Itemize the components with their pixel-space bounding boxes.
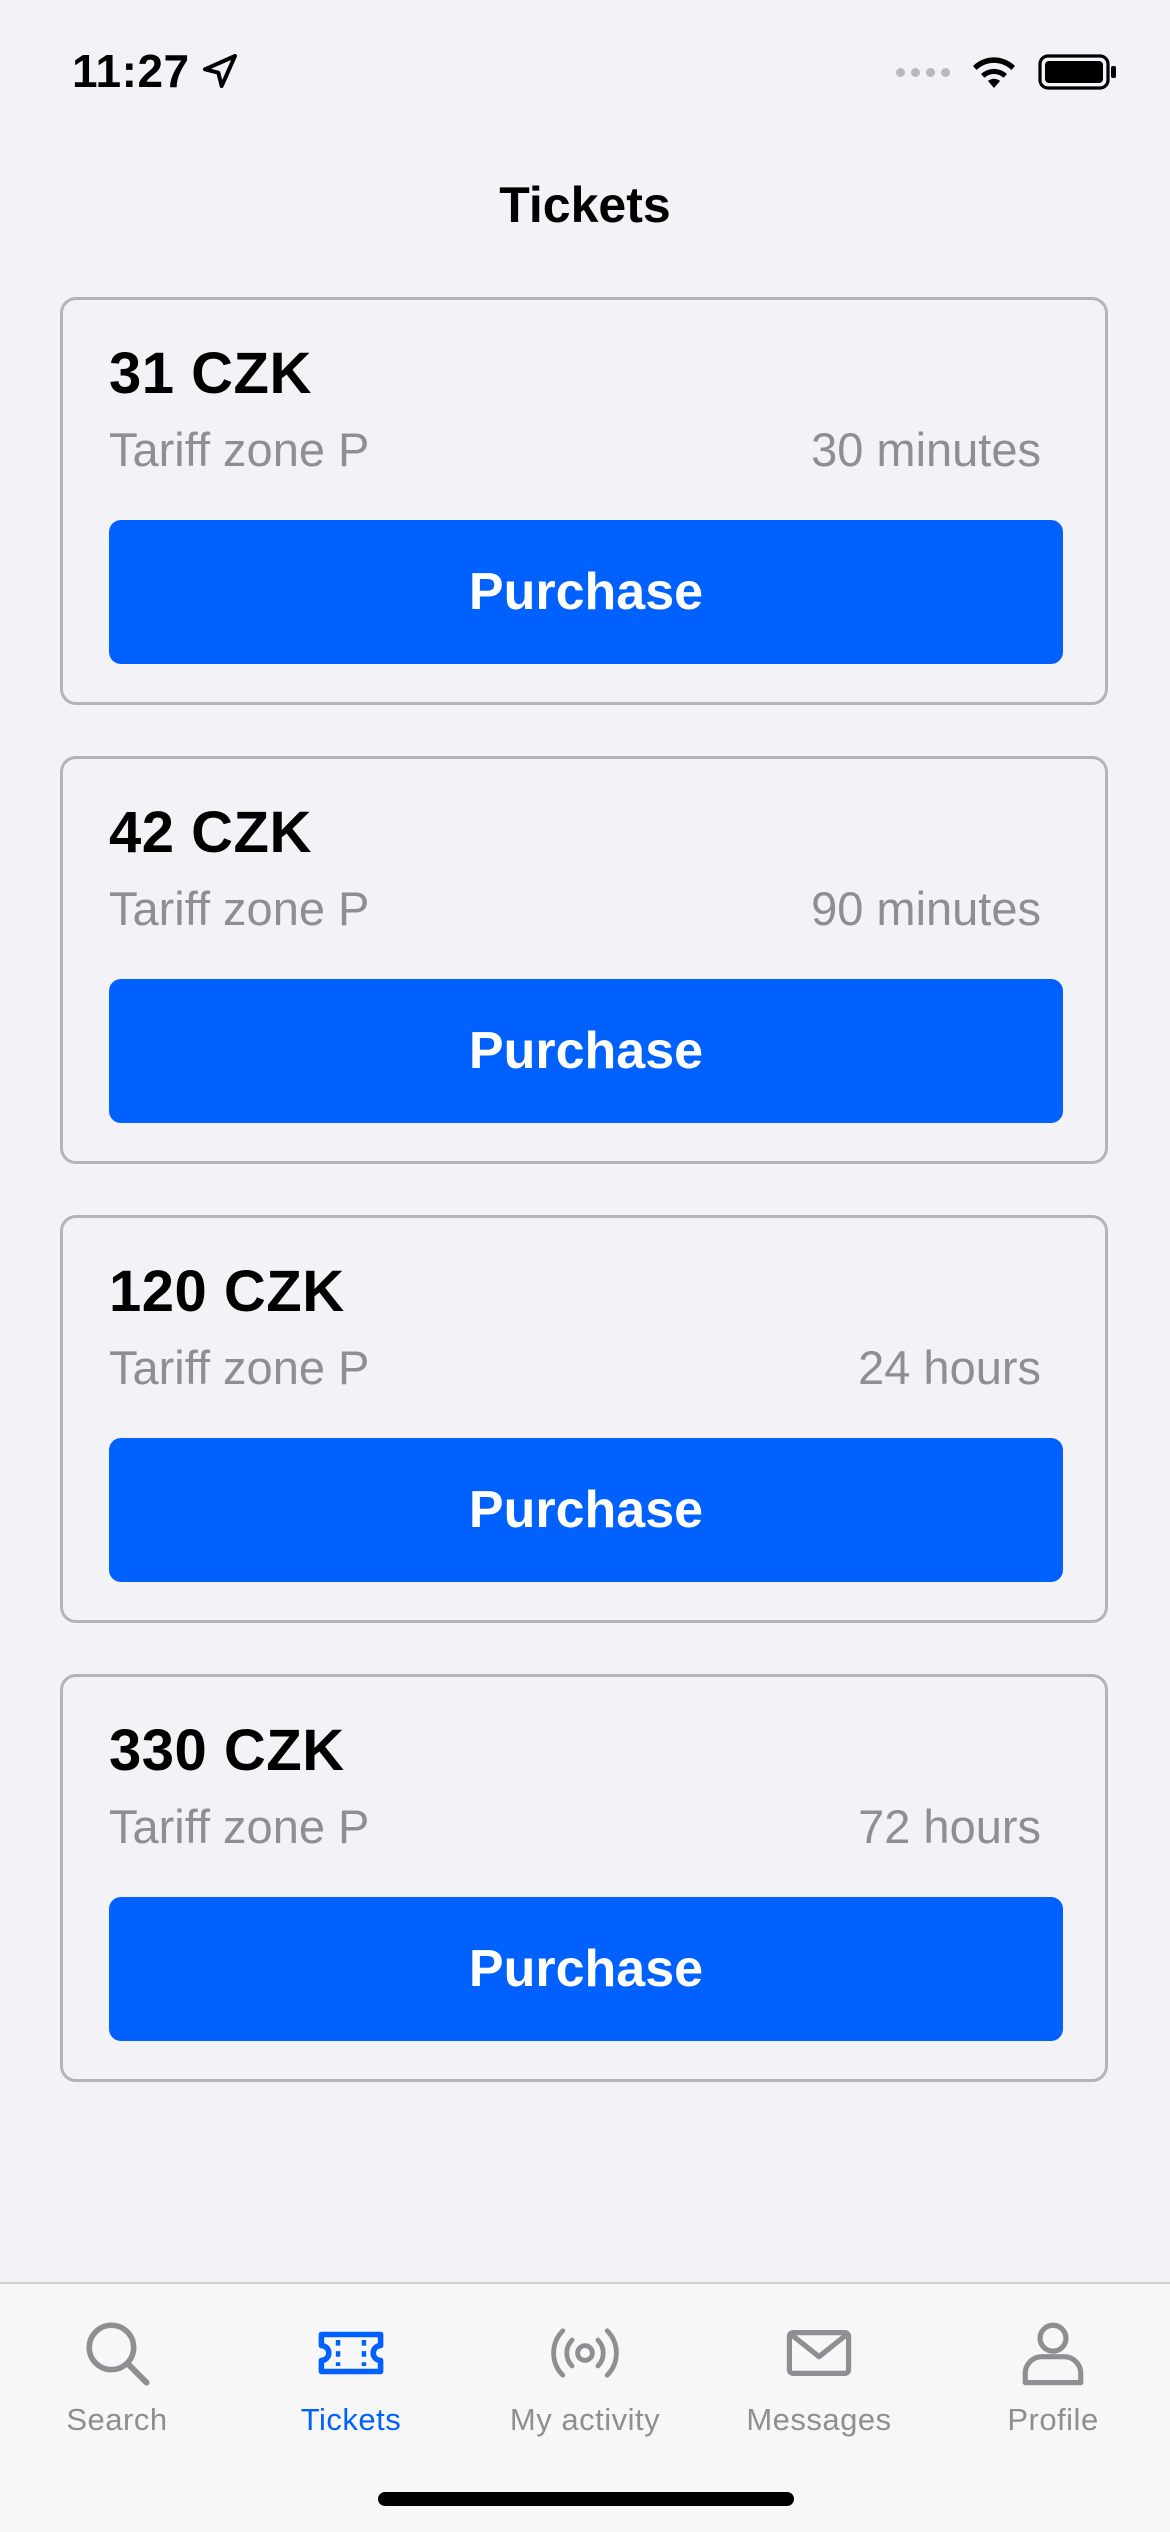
purchase-button[interactable]: Purchase xyxy=(109,520,1063,664)
tab-label: Tickets xyxy=(300,2402,402,2437)
ticket-zone: Tariff zone P xyxy=(109,1800,370,1853)
signal-icon xyxy=(896,67,950,77)
ticket-icon xyxy=(318,2331,384,2375)
ticket-price: 31 CZK xyxy=(109,341,312,406)
tab-bar: Search Tickets My activity Messages Prof… xyxy=(0,2282,1170,2532)
ticket-duration: 24 hours xyxy=(858,1341,1041,1394)
tab-label: Profile xyxy=(1007,2402,1099,2437)
ticket-price: 330 CZK xyxy=(109,1718,345,1783)
tab-my-activity[interactable]: My activity xyxy=(468,2304,702,2454)
wifi-icon xyxy=(973,57,1015,88)
status-indicators xyxy=(896,52,1118,92)
tab-profile[interactable]: Profile xyxy=(936,2304,1170,2454)
tab-label: Messages xyxy=(746,2402,892,2437)
purchase-button[interactable]: Purchase xyxy=(109,1897,1063,2041)
purchase-button[interactable]: Purchase xyxy=(109,1438,1063,1582)
status-time-text: 11:27 xyxy=(72,45,190,97)
ticket-duration: 90 minutes xyxy=(811,882,1041,935)
ticket-card: 330 CZK Tariff zone P 72 hours Purchase xyxy=(60,1674,1108,2082)
tab-label: My activity xyxy=(509,2402,661,2437)
ticket-zone: Tariff zone P xyxy=(109,423,370,476)
ticket-price: 42 CZK xyxy=(109,800,312,865)
status-bar: 11:27 xyxy=(0,0,1170,150)
broadcast-icon xyxy=(551,2328,619,2378)
home-indicator xyxy=(378,2492,794,2506)
status-time: 11:27 xyxy=(72,44,240,98)
location-arrow-icon xyxy=(202,54,237,88)
ticket-price: 120 CZK xyxy=(109,1259,345,1324)
ticket-card: 31 CZK Tariff zone P 30 minutes Purchase xyxy=(60,297,1108,705)
search-icon xyxy=(86,2322,150,2386)
tab-messages[interactable]: Messages xyxy=(702,2304,936,2454)
tab-tickets[interactable]: Tickets xyxy=(234,2304,468,2454)
page-title: Tickets xyxy=(499,177,671,233)
ticket-card: 42 CZK Tariff zone P 90 minutes Purchase xyxy=(60,756,1108,1164)
ticket-zone: Tariff zone P xyxy=(109,882,370,935)
ticket-duration: 30 minutes xyxy=(811,423,1041,476)
ticket-zone: Tariff zone P xyxy=(109,1341,370,1394)
ticket-card: 120 CZK Tariff zone P 24 hours Purchase xyxy=(60,1215,1108,1623)
person-icon xyxy=(1022,2322,1084,2386)
tab-search[interactable]: Search xyxy=(0,2304,234,2454)
envelope-icon xyxy=(786,2330,852,2376)
purchase-button[interactable]: Purchase xyxy=(109,979,1063,1123)
ticket-duration: 72 hours xyxy=(858,1800,1041,1853)
battery-icon xyxy=(1038,54,1116,90)
tab-label: Search xyxy=(66,2402,168,2437)
